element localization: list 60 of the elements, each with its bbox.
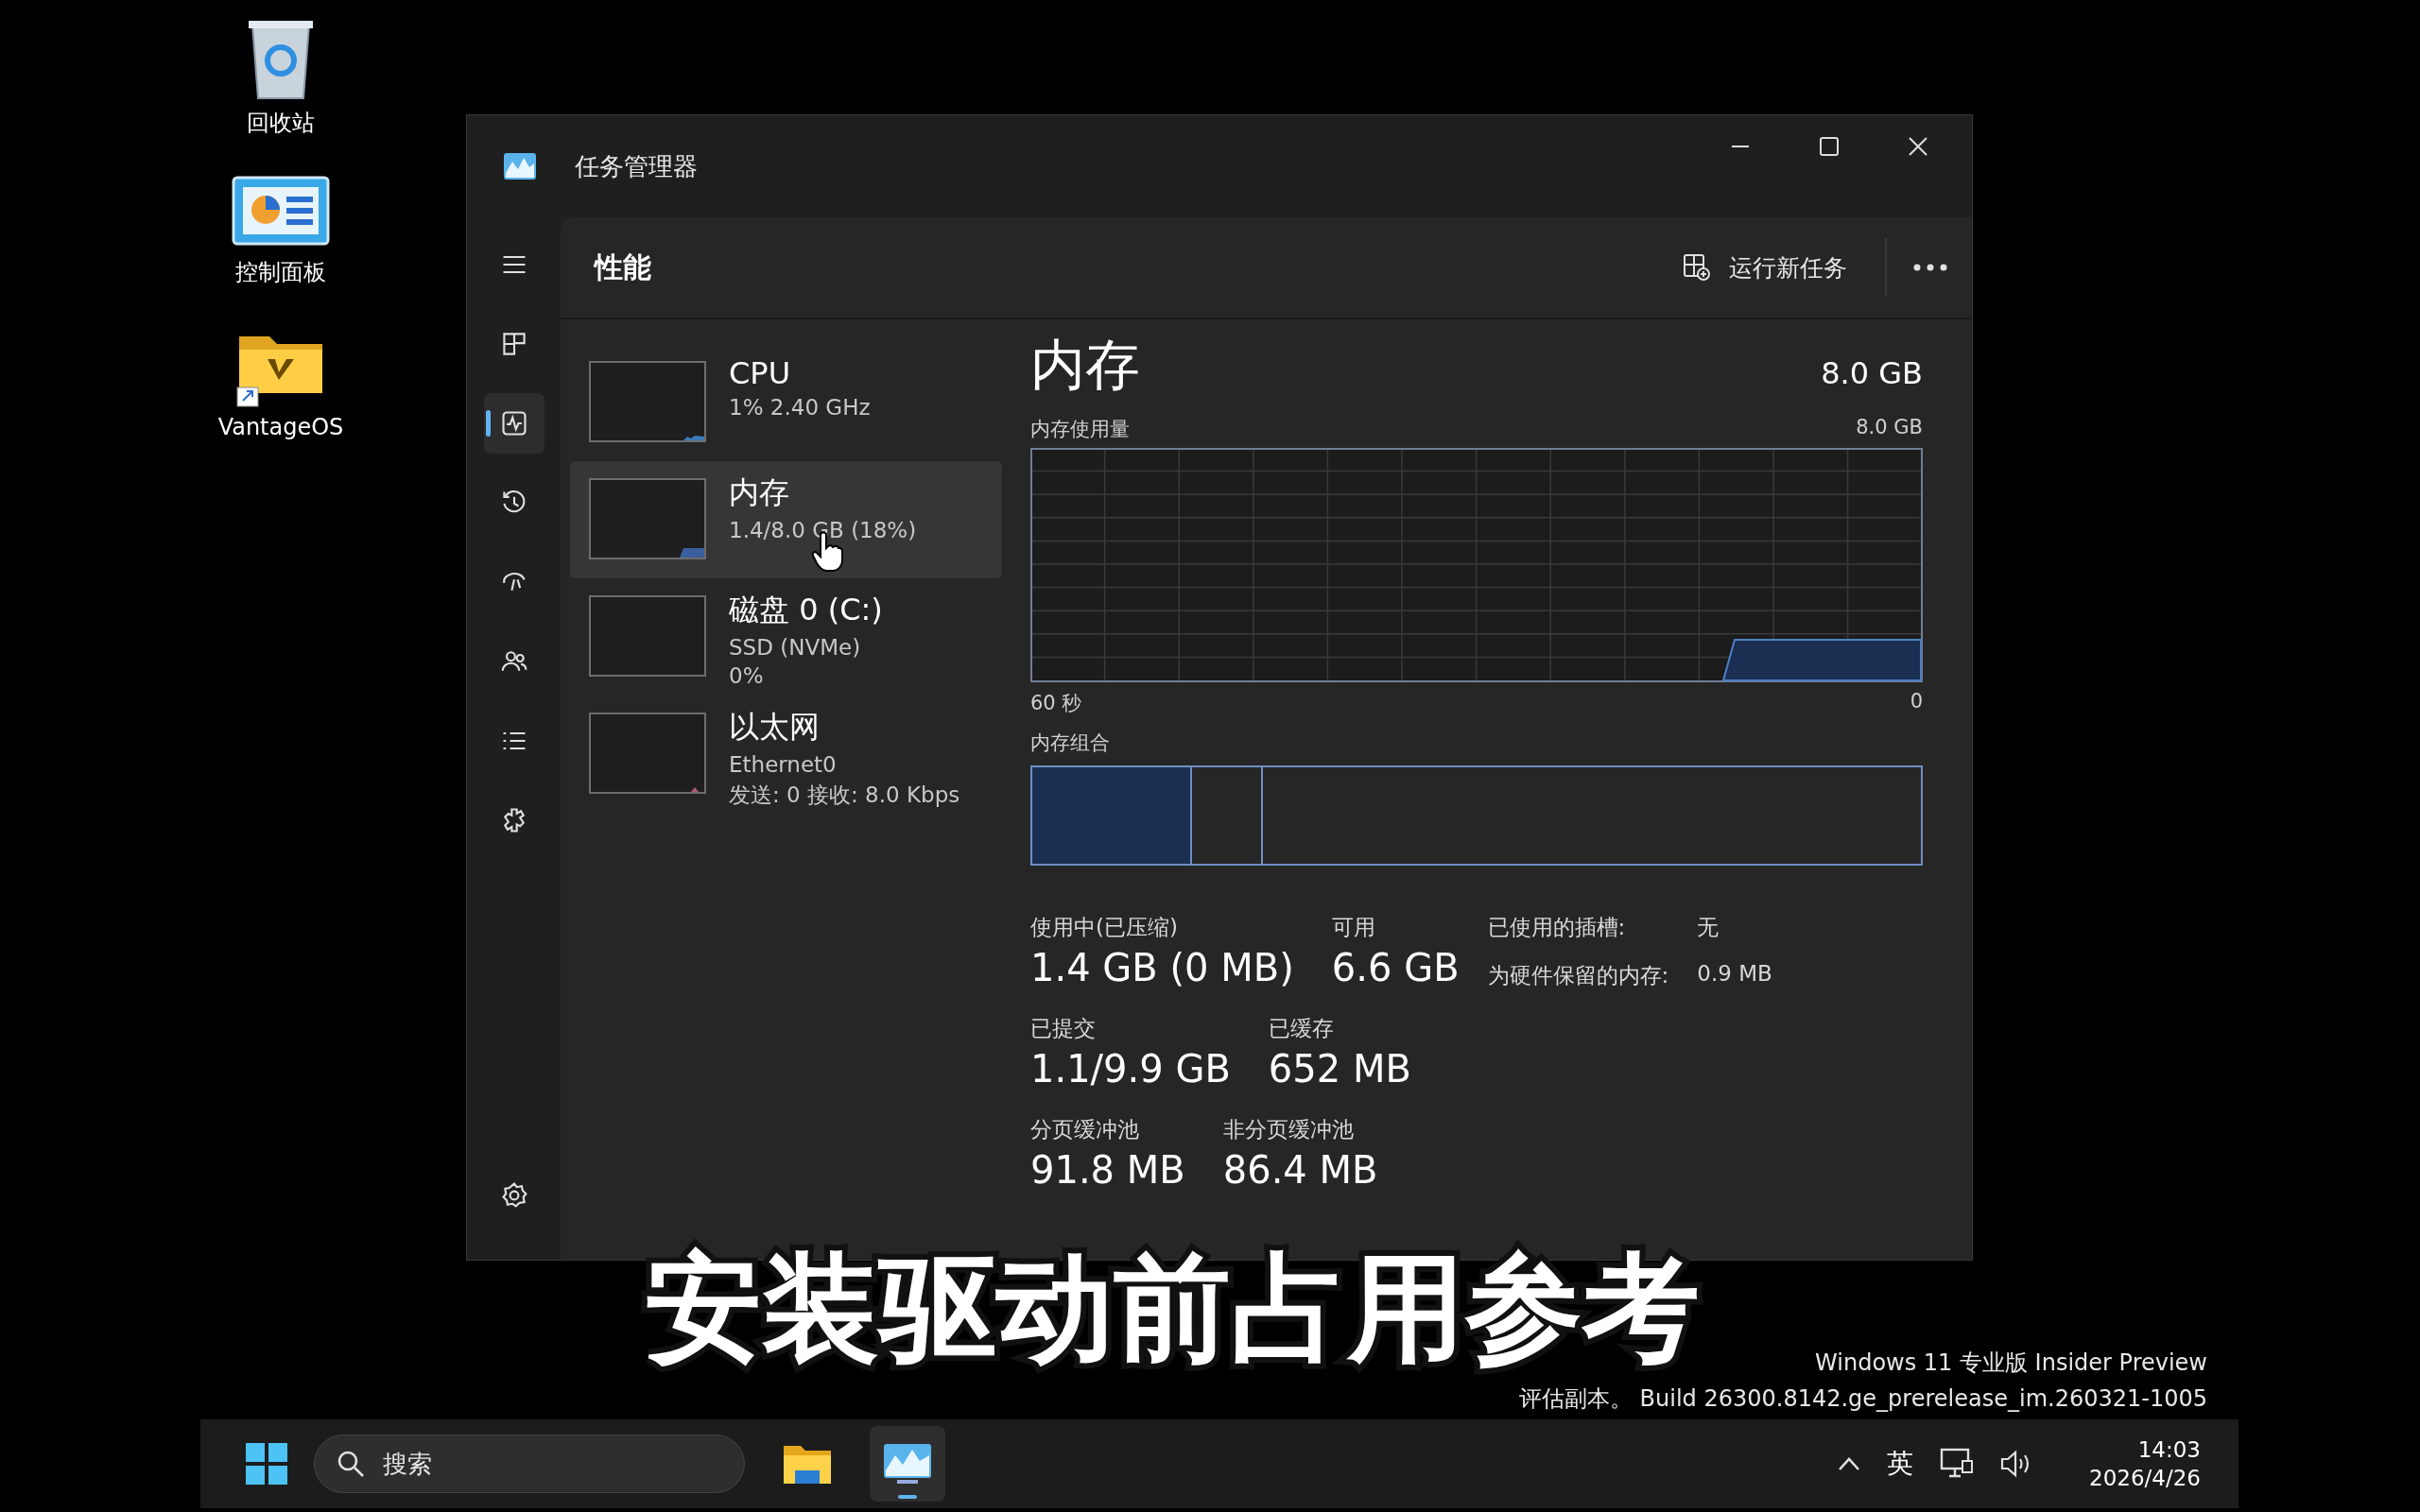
- stat-label: 非分页缓冲池: [1222, 1116, 1355, 1143]
- resource-detail: 发送: 0 接收: 8.0 Kbps: [729, 782, 960, 809]
- taskbar-app-button[interactable]: [870, 1426, 945, 1502]
- maximize-icon[interactable]: [1819, 136, 1840, 157]
- axis-label: 60 秒: [1030, 691, 1082, 716]
- axis-label: 0: [1910, 690, 1923, 714]
- start-icon[interactable]: [244, 1441, 289, 1486]
- property-value: 0.9 MB: [1697, 961, 1772, 988]
- nav-button[interactable]: [483, 393, 544, 454]
- stat-value: 86.4 MB: [1222, 1148, 1378, 1192]
- resource-name: 以太网: [729, 708, 821, 747]
- app-icon: [882, 1442, 933, 1486]
- os-build-notice: Windows 11 专业版 Insider Preview: [1815, 1349, 2207, 1378]
- stat-value: 1.1/9.9 GB: [1030, 1047, 1231, 1091]
- more-icon[interactable]: [1913, 264, 1947, 271]
- desktop-icon-label[interactable]: 回收站: [247, 108, 315, 138]
- activity-icon: [499, 409, 528, 438]
- stat-label: 已提交: [1030, 1015, 1097, 1042]
- desktop-icon-label[interactable]: 控制面板: [235, 257, 326, 287]
- stat-label: 分页缓冲池: [1030, 1116, 1140, 1143]
- chevron-up-icon[interactable]: [1838, 1456, 1861, 1471]
- stat-value: 652 MB: [1268, 1047, 1411, 1091]
- resource-detail: 1% 2.40 GHz: [729, 395, 871, 420]
- resource-detail: 0%: [729, 663, 765, 688]
- search-field[interactable]: 搜索: [314, 1435, 745, 1493]
- property-label: 已使用的插槽:: [1487, 914, 1627, 941]
- property-label: 为硬件保留的内存:: [1487, 962, 1669, 989]
- page-title: 性能: [595, 249, 651, 285]
- total-memory: 8.0 GB: [1821, 355, 1923, 391]
- network-icon[interactable]: [1940, 1448, 1975, 1480]
- resource-detail: Ethernet0: [729, 752, 838, 777]
- app-icon: [503, 152, 537, 180]
- composition-label: 内存组合: [1030, 730, 1111, 756]
- window-title: 任务管理器: [575, 150, 698, 182]
- graph-label: 内存使用量: [1030, 417, 1130, 442]
- input-method-indicator[interactable]: 英: [1887, 1446, 1914, 1482]
- resource-item[interactable]: 磁盘 0 (C:) SSD (NVMe) 0%: [570, 578, 1002, 696]
- run-new-task-button[interactable]: 运行新任务: [1670, 244, 1858, 291]
- desktop-icon-label[interactable]: VantageOS: [217, 414, 344, 440]
- stat-label: 可用: [1331, 914, 1376, 941]
- resource-name: 磁盘 0 (C:): [729, 591, 883, 629]
- resource-item[interactable]: CPU 1% 2.40 GHz: [570, 344, 1002, 461]
- new-task-icon: [1682, 252, 1712, 283]
- graph-max-label: 8.0 GB: [1856, 416, 1923, 440]
- clock-date[interactable]: 2026/4/26: [2089, 1466, 2201, 1490]
- resource-name: 内存: [729, 473, 790, 512]
- settings-icon: [499, 1181, 528, 1210]
- stat-value: 91.8 MB: [1030, 1148, 1185, 1192]
- os-build-notice: 评估副本。 Build 26300.8142.ge_prerelease_im.260321-1005: [1518, 1384, 2207, 1414]
- resource-detail: SSD (NVMe): [729, 635, 862, 660]
- resource-item[interactable]: 以太网 Ethernet0 发送: 0 接收: 8.0 Kbps: [570, 696, 1002, 813]
- property-value: 无: [1697, 914, 1720, 941]
- detail-title: 内存: [1030, 332, 1140, 399]
- stat-label: 使用中(已压缩): [1030, 914, 1179, 941]
- stat-value: 6.6 GB: [1331, 946, 1460, 989]
- close-icon[interactable]: [1908, 136, 1928, 157]
- resource-name: CPU: [729, 355, 792, 391]
- stat-value: 1.4 GB (0 MB): [1030, 946, 1294, 989]
- clock-time[interactable]: 14:03: [2137, 1437, 2201, 1462]
- stat-label: 已缓存: [1268, 1015, 1335, 1042]
